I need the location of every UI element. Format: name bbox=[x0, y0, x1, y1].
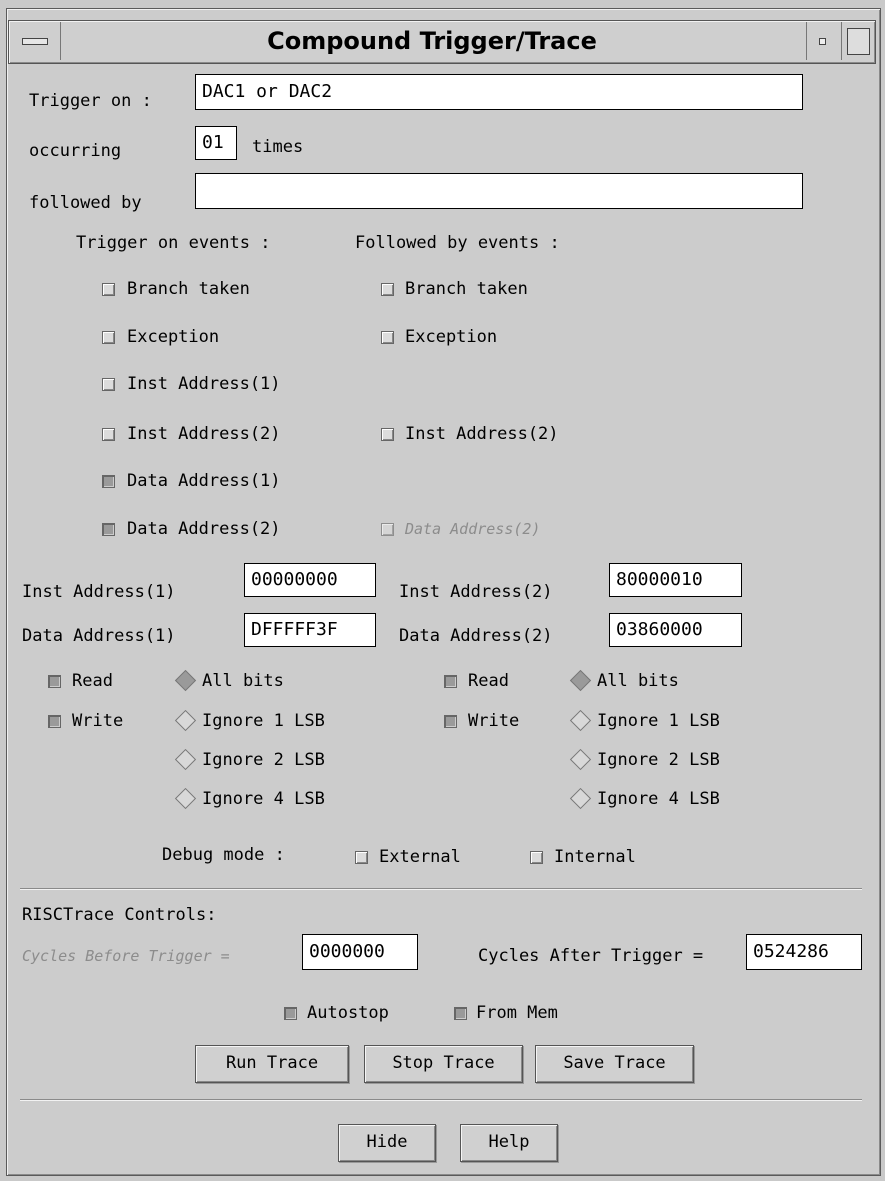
data1-ignore-4-lsb-label: Ignore 4 LSB bbox=[202, 789, 325, 809]
data1-read-label: Read bbox=[72, 671, 113, 691]
maximize-icon bbox=[847, 28, 870, 55]
followed-by-label: followed by bbox=[29, 193, 142, 213]
save-trace-button[interactable]: Save Trace bbox=[535, 1045, 694, 1083]
followed-data-address-2-checkbox bbox=[381, 523, 394, 536]
trigger-events-header: Trigger on events : bbox=[76, 233, 271, 253]
trigger-inst-address-2-label: Inst Address(2) bbox=[127, 424, 281, 444]
data1-all-bits-label: All bits bbox=[202, 671, 284, 691]
debug-mode-label: Debug mode : bbox=[162, 845, 285, 865]
risctrace-header: RISCTrace Controls: bbox=[22, 905, 217, 925]
data2-ignore-1-lsb-label: Ignore 1 LSB bbox=[597, 711, 720, 731]
separator-bottom bbox=[20, 1099, 862, 1101]
data2-ignore-2-lsb-label: Ignore 2 LSB bbox=[597, 750, 720, 770]
window-title: Compound Trigger/Trace bbox=[267, 27, 597, 55]
followed-data-address-2-label: Data Address(2) bbox=[405, 520, 541, 538]
data1-write-checkbox[interactable] bbox=[48, 715, 61, 728]
data1-ignore-1-lsb-label: Ignore 1 LSB bbox=[202, 711, 325, 731]
followed-exception-label: Exception bbox=[405, 327, 498, 347]
from-mem-checkbox[interactable] bbox=[454, 1007, 467, 1020]
followed-exception-checkbox[interactable] bbox=[381, 331, 394, 344]
cycles-after-label: Cycles After Trigger = bbox=[478, 946, 704, 966]
followed-branch-taken-checkbox[interactable] bbox=[381, 283, 394, 296]
data2-write-label: Write bbox=[468, 711, 520, 731]
inst-address-2-input[interactable]: 80000010 bbox=[609, 563, 742, 597]
stop-trace-button[interactable]: Stop Trace bbox=[364, 1045, 523, 1083]
cycles-before-input[interactable]: 0000000 bbox=[302, 934, 418, 970]
occurring-label: occurring bbox=[29, 141, 122, 161]
window-menu-icon bbox=[22, 38, 48, 45]
trigger-on-input[interactable]: DAC1 or DAC2 bbox=[195, 74, 803, 110]
trigger-inst-address-1-checkbox[interactable] bbox=[102, 378, 115, 391]
maximize-button[interactable] bbox=[841, 22, 874, 60]
data2-ignore-4-lsb-label: Ignore 4 LSB bbox=[597, 789, 720, 809]
debug-external-label: External bbox=[379, 847, 461, 867]
trigger-on-label: Trigger on : bbox=[29, 91, 152, 111]
trigger-inst-address-2-checkbox[interactable] bbox=[102, 428, 115, 441]
autostop-checkbox[interactable] bbox=[284, 1007, 297, 1020]
data1-ignore-2-lsb-label: Ignore 2 LSB bbox=[202, 750, 325, 770]
data-address-1-input[interactable]: DFFFFF3F bbox=[244, 613, 376, 647]
trigger-exception-checkbox[interactable] bbox=[102, 331, 115, 344]
trigger-data-address-2-checkbox[interactable] bbox=[102, 523, 115, 536]
run-trace-button[interactable]: Run Trace bbox=[195, 1045, 349, 1083]
followed-inst-address-2-checkbox[interactable] bbox=[381, 428, 394, 441]
data2-write-checkbox[interactable] bbox=[444, 715, 457, 728]
followed-by-input[interactable] bbox=[195, 173, 803, 209]
data-address-2-input[interactable]: 03860000 bbox=[609, 613, 742, 647]
data2-read-checkbox[interactable] bbox=[444, 675, 457, 688]
window-menu-button[interactable] bbox=[10, 22, 61, 60]
trigger-branch-taken-checkbox[interactable] bbox=[102, 283, 115, 296]
inst-address-1-label: Inst Address(1) bbox=[22, 582, 176, 602]
data1-write-label: Write bbox=[72, 711, 124, 731]
inst-address-2-label: Inst Address(2) bbox=[399, 582, 553, 602]
debug-external-checkbox[interactable] bbox=[355, 851, 368, 864]
data2-all-bits-label: All bits bbox=[597, 671, 679, 691]
data1-read-checkbox[interactable] bbox=[48, 675, 61, 688]
trigger-inst-address-1-label: Inst Address(1) bbox=[127, 374, 281, 394]
debug-internal-checkbox[interactable] bbox=[530, 851, 543, 864]
followed-branch-taken-label: Branch taken bbox=[405, 279, 528, 299]
trigger-data-address-1-label: Data Address(1) bbox=[127, 471, 281, 491]
inst-address-1-input[interactable]: 00000000 bbox=[244, 563, 376, 597]
trigger-data-address-2-label: Data Address(2) bbox=[127, 519, 281, 539]
data2-read-label: Read bbox=[468, 671, 509, 691]
autostop-label: Autostop bbox=[307, 1003, 389, 1023]
minimize-icon bbox=[819, 38, 826, 45]
from-mem-label: From Mem bbox=[476, 1003, 558, 1023]
help-button[interactable]: Help bbox=[460, 1124, 558, 1162]
minimize-button[interactable] bbox=[806, 22, 839, 60]
cycles-after-input[interactable]: 0524286 bbox=[746, 934, 862, 970]
separator-top bbox=[20, 888, 862, 890]
trigger-exception-label: Exception bbox=[127, 327, 220, 347]
trigger-branch-taken-label: Branch taken bbox=[127, 279, 250, 299]
data-address-2-label: Data Address(2) bbox=[399, 626, 553, 646]
followed-events-header: Followed by events : bbox=[355, 233, 560, 253]
data-address-1-label: Data Address(1) bbox=[22, 626, 176, 646]
cycles-before-label: Cycles Before Trigger = bbox=[22, 947, 230, 965]
times-label: times bbox=[252, 137, 304, 157]
trigger-data-address-1-checkbox[interactable] bbox=[102, 475, 115, 488]
debug-internal-label: Internal bbox=[554, 847, 636, 867]
followed-inst-address-2-label: Inst Address(2) bbox=[405, 424, 559, 444]
occurring-count-input[interactable]: 01 bbox=[195, 126, 237, 160]
hide-button[interactable]: Hide bbox=[338, 1124, 436, 1162]
